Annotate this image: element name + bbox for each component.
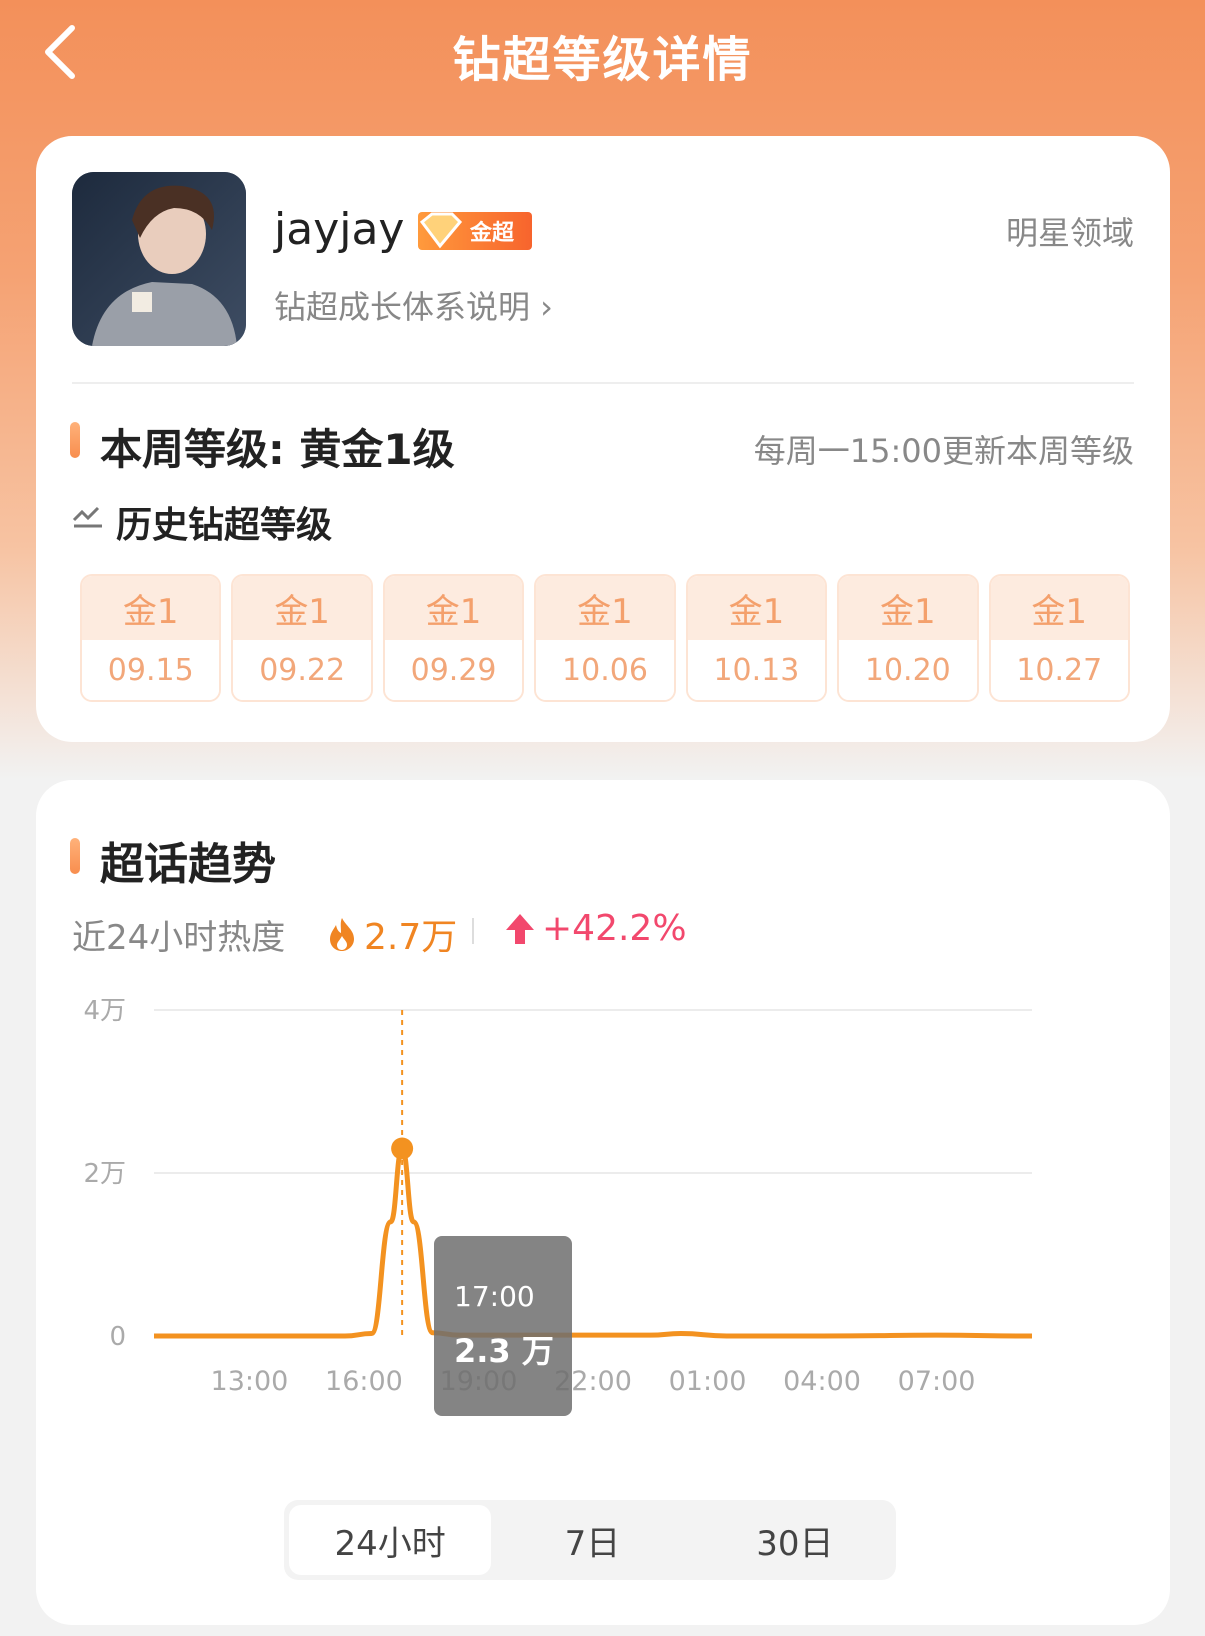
x-tick-label: 01:00 xyxy=(669,1366,747,1397)
heat-label: 近24小时热度 xyxy=(72,918,286,958)
history-item[interactable]: 金1 09.29 xyxy=(382,574,525,702)
x-tick-label: 07:00 xyxy=(898,1366,976,1397)
history-date: 09.15 xyxy=(82,640,220,700)
history-grade: 金1 xyxy=(687,576,826,640)
fire-icon xyxy=(330,918,354,951)
history-grade: 金1 xyxy=(536,576,674,640)
history-grade: 金1 xyxy=(82,576,220,640)
growth-system-link[interactable]: 钻超成长体系说明 › xyxy=(274,282,553,328)
history-title: 历史钻超等级 xyxy=(116,505,333,546)
level-card: jayjay 金超 钻超成长体系说明 › 明星领域 本周等级: 黄金1级 每周一… xyxy=(36,136,1170,742)
period-30d[interactable]: 30日 xyxy=(694,1505,896,1575)
page-title: 钻超等级详情 xyxy=(452,32,753,88)
history-grade: 金1 xyxy=(384,576,523,640)
tooltip-value: 2.3 万 xyxy=(454,1332,554,1370)
heat-number: 2.7万 xyxy=(364,917,458,958)
history-date: 10.27 xyxy=(990,640,1128,700)
change-value: +42.2% xyxy=(542,908,687,949)
username: jayjay xyxy=(274,204,405,255)
history-item[interactable]: 金1 10.27 xyxy=(988,574,1130,702)
trend-chart[interactable]: 02万4万13:0016:0019:0022:0001:0004:0007:00… xyxy=(36,970,1170,1510)
tooltip-time: 17:00 xyxy=(454,1280,535,1313)
navigation-bar: 钻超等级详情 xyxy=(0,0,1205,110)
section-accent xyxy=(70,422,80,458)
badge-label: 金超 xyxy=(470,221,515,246)
diamond-icon xyxy=(419,212,462,249)
section-accent xyxy=(70,838,80,874)
heat-change: +42.2% xyxy=(504,908,687,949)
history-date: 10.13 xyxy=(687,640,826,700)
history-date: 10.20 xyxy=(839,640,977,700)
update-note: 每周一15:00更新本周等级 xyxy=(753,432,1134,470)
x-tick-label: 16:00 xyxy=(325,1366,403,1397)
history-date: 09.29 xyxy=(384,640,523,700)
trend-card: 超话趋势 近24小时热度 2.7万 +42.2% 0 2万 4万 13:00 16:00… xyxy=(36,780,1170,1625)
y-tick-label: 4万 xyxy=(83,996,126,1026)
x-tick-label: 04:00 xyxy=(783,1366,861,1397)
history-item[interactable]: 金1 09.15 xyxy=(80,574,222,702)
tooltip-box xyxy=(434,1236,572,1416)
divider xyxy=(72,382,1134,384)
history-grade: 金1 xyxy=(990,576,1128,640)
history-grade: 金1 xyxy=(233,576,371,640)
period-24h[interactable]: 24小时 xyxy=(289,1505,492,1575)
separator xyxy=(472,918,474,944)
history-date: 09.22 xyxy=(233,640,371,700)
y-tick-label: 0 xyxy=(109,1322,126,1352)
y-tick-label: 2万 xyxy=(83,1159,126,1189)
trend-chart-icon xyxy=(72,506,102,528)
gold-super-badge: 金超 xyxy=(418,212,532,250)
x-tick-label: 13:00 xyxy=(211,1366,289,1397)
period-7d[interactable]: 7日 xyxy=(491,1505,693,1575)
series-line xyxy=(154,1146,1033,1339)
trend-title: 超话趋势 xyxy=(100,839,276,890)
heat-value: 2.7万 xyxy=(326,908,457,960)
history-grades: 金1 09.15 金1 09.22 金1 09.29 金1 10.06 金1 1… xyxy=(80,574,1130,702)
history-grade: 金1 xyxy=(839,576,977,640)
avatar-image xyxy=(72,172,246,346)
highlight-point xyxy=(391,1137,414,1160)
history-item[interactable]: 金1 09.22 xyxy=(231,574,373,702)
domain-label: 明星领域 xyxy=(1005,214,1134,252)
avatar[interactable] xyxy=(72,172,246,346)
history-item[interactable]: 金1 10.13 xyxy=(685,574,828,702)
arrow-up-icon xyxy=(506,913,534,944)
history-item[interactable]: 金1 10.06 xyxy=(534,574,676,702)
week-level-title: 本周等级: 黄金1级 xyxy=(100,425,455,474)
history-date: 10.06 xyxy=(536,640,674,700)
period-selector: 24小时 7日 30日 xyxy=(284,1500,896,1580)
history-item[interactable]: 金1 10.20 xyxy=(837,574,979,702)
